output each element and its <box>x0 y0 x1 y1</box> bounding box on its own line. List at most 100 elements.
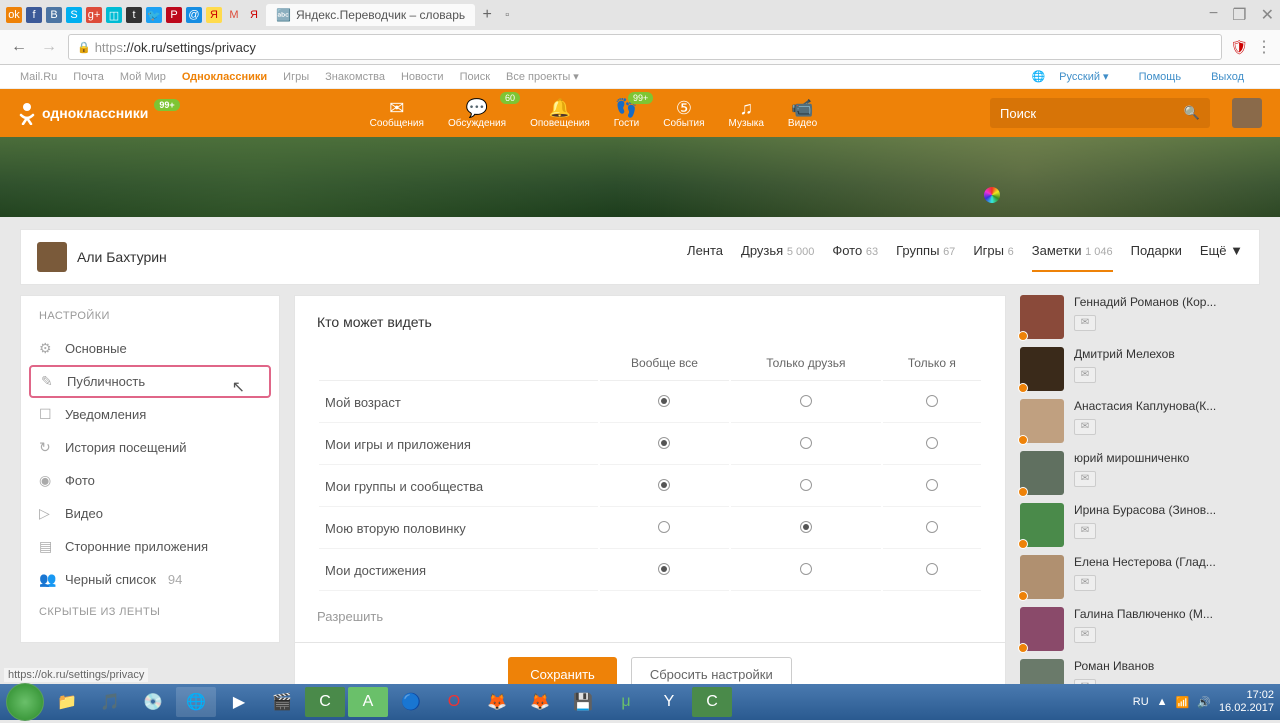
message-button[interactable]: ✉ <box>1074 471 1096 487</box>
nav-guests[interactable]: 👣Гости99+ <box>614 98 639 129</box>
tab-icon-vk[interactable]: B <box>46 7 62 23</box>
radio-option[interactable] <box>926 521 938 533</box>
browser-tab-active[interactable]: 🔤 Яндекс.Переводчик – словарь <box>266 4 475 26</box>
portal-link-dating[interactable]: Знакомства <box>325 71 385 83</box>
portal-link-mailru[interactable]: Mail.Ru <box>20 71 57 83</box>
tab-icon-1[interactable]: ◫ <box>106 7 122 23</box>
friend-avatar[interactable] <box>1020 503 1064 547</box>
taskbar-explorer[interactable]: 📁 <box>47 687 87 717</box>
radio-option[interactable] <box>658 563 670 575</box>
portal-link-games[interactable]: Игры <box>283 71 309 83</box>
portal-link-ok[interactable]: Одноклассники <box>182 71 267 83</box>
tab-icon-twitter[interactable]: 🐦 <box>146 7 162 23</box>
nav-video[interactable]: 📹Видео <box>788 98 817 129</box>
portal-link-news[interactable]: Новости <box>401 71 444 83</box>
taskbar-media[interactable]: 🎬 <box>262 687 302 717</box>
message-button[interactable]: ✉ <box>1074 627 1096 643</box>
cover-color-picker[interactable] <box>984 187 1000 203</box>
tab-games[interactable]: Игры 6 <box>973 243 1013 272</box>
portal-link-mail[interactable]: Почта <box>73 71 104 83</box>
friend-item[interactable]: Анастасия Каплунова(К...✉ <box>1020 399 1260 443</box>
taskbar-app8[interactable]: C <box>692 687 732 717</box>
address-bar[interactable]: 🔒 https://ok.ru/settings/privacy <box>68 34 1222 60</box>
settings-item-6[interactable]: ▤Сторонние приложения <box>21 530 279 563</box>
radio-option[interactable] <box>800 437 812 449</box>
tab-more[interactable]: Ещё ▼ <box>1200 243 1243 272</box>
settings-item-0[interactable]: ⚙Основные <box>21 332 279 365</box>
friend-avatar[interactable] <box>1020 347 1064 391</box>
radio-option[interactable] <box>926 563 938 575</box>
settings-item-1[interactable]: ✎Публичность↖ <box>29 365 271 398</box>
radio-option[interactable] <box>658 479 670 491</box>
settings-item-7[interactable]: 👥Черный список94 <box>21 563 279 596</box>
tab-icon-ya[interactable]: Я <box>246 7 262 23</box>
taskbar-yandex[interactable]: Y <box>649 687 689 717</box>
nav-messages[interactable]: ✉Сообщения <box>370 98 424 129</box>
friend-avatar[interactable] <box>1020 295 1064 339</box>
taskbar-app5[interactable]: 🦊 <box>520 687 560 717</box>
taskbar-app6[interactable]: 💾 <box>563 687 603 717</box>
window-close[interactable]: ✕ <box>1261 5 1274 25</box>
message-button[interactable]: ✉ <box>1074 367 1096 383</box>
user-avatar[interactable] <box>1232 98 1262 128</box>
browser-menu[interactable]: ⋮ <box>1256 37 1272 57</box>
message-button[interactable]: ✉ <box>1074 575 1096 591</box>
taskbar-opera[interactable]: O <box>434 687 474 717</box>
taskbar-app7[interactable]: μ <box>606 687 646 717</box>
portal-link-mymir[interactable]: Мой Мир <box>120 71 166 83</box>
tray-clock[interactable]: 17:02 16.02.2017 <box>1219 689 1274 715</box>
tabs-overview-button[interactable]: ▫ <box>499 7 515 23</box>
message-button[interactable]: ✉ <box>1074 315 1096 331</box>
tab-photos[interactable]: Фото 63 <box>832 243 878 272</box>
friend-item[interactable]: Дмитрий Мелехов✉ <box>1020 347 1260 391</box>
nav-notifications[interactable]: 🔔Оповещения <box>530 98 590 129</box>
tab-icon-fb[interactable]: f <box>26 7 42 23</box>
friend-avatar[interactable] <box>1020 399 1064 443</box>
site-logo[interactable]: одноклассники 99+ <box>18 101 180 125</box>
tab-gifts[interactable]: Подарки <box>1131 243 1182 272</box>
new-tab-button[interactable]: + <box>479 7 495 23</box>
portal-link-all[interactable]: Все проекты ▾ <box>506 70 579 83</box>
radio-option[interactable] <box>800 479 812 491</box>
start-button[interactable] <box>6 683 44 721</box>
radio-option[interactable] <box>658 395 670 407</box>
friend-avatar[interactable] <box>1020 451 1064 495</box>
friend-item[interactable]: Галина Павлюченко (М...✉ <box>1020 607 1260 651</box>
tab-icon-mail[interactable]: @ <box>186 7 202 23</box>
nav-music[interactable]: ♫Музыка <box>729 98 764 129</box>
friend-item[interactable]: Геннадий Романов (Кор...✉ <box>1020 295 1260 339</box>
radio-option[interactable] <box>926 395 938 407</box>
tab-feed[interactable]: Лента <box>687 243 723 272</box>
search-box[interactable]: Поиск 🔍 <box>990 98 1210 128</box>
window-maximize[interactable]: ❐ <box>1232 5 1246 25</box>
tab-icon-pinterest[interactable]: P <box>166 7 182 23</box>
avatar[interactable] <box>37 242 67 272</box>
settings-item-3[interactable]: ↻История посещений <box>21 431 279 464</box>
nav-discussions[interactable]: 💬Обсуждения60 <box>448 98 506 129</box>
radio-option[interactable] <box>800 563 812 575</box>
friend-avatar[interactable] <box>1020 607 1064 651</box>
tray-lang[interactable]: RU <box>1133 696 1149 708</box>
settings-item-2[interactable]: ☐Уведомления <box>21 398 279 431</box>
friend-item[interactable]: Ирина Бурасова (Зинов...✉ <box>1020 503 1260 547</box>
back-button[interactable]: ← <box>8 36 30 58</box>
tab-icon-skype[interactable]: S <box>66 7 82 23</box>
tab-icon-gmail[interactable]: M <box>226 7 242 23</box>
tab-groups[interactable]: Группы 67 <box>896 243 955 272</box>
forward-button[interactable]: → <box>38 36 60 58</box>
taskbar-music[interactable]: 🎵 <box>90 687 130 717</box>
settings-item-5[interactable]: ▷Видео <box>21 497 279 530</box>
radio-option[interactable] <box>658 437 670 449</box>
tray-up-icon[interactable]: ▲ <box>1157 696 1168 708</box>
help-link[interactable]: Помощь <box>1139 71 1182 83</box>
portal-link-search[interactable]: Поиск <box>460 71 490 83</box>
window-minimize[interactable]: − <box>1209 5 1218 25</box>
extension-icon-abp[interactable]: 🛡 <box>1230 39 1248 56</box>
taskbar-app2[interactable]: C <box>305 687 345 717</box>
message-button[interactable]: ✉ <box>1074 523 1096 539</box>
tab-icon-gplus[interactable]: g+ <box>86 7 102 23</box>
taskbar-chrome2[interactable]: 🔵 <box>391 687 431 717</box>
tray-network-icon[interactable]: 📶 <box>1176 696 1190 709</box>
radio-option[interactable] <box>658 521 670 533</box>
friend-item[interactable]: юрий мирошниченко✉ <box>1020 451 1260 495</box>
